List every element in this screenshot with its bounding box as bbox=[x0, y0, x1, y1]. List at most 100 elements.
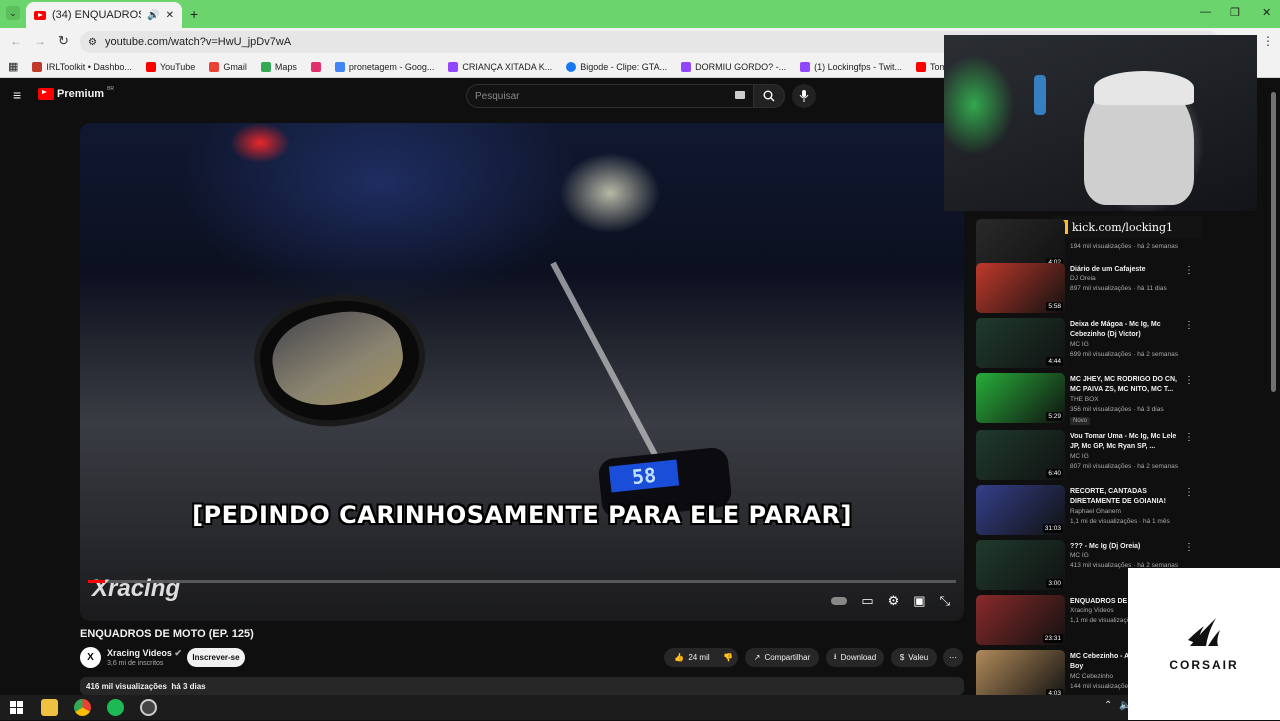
browser-tab[interactable]: (34) ENQUADROS DE MOTO 🔊 ✕ bbox=[26, 2, 182, 28]
keyboard-icon[interactable] bbox=[735, 91, 745, 99]
bookmark-item[interactable]: pronetagem - Goog... bbox=[334, 61, 434, 72]
video-duration: 3:00 bbox=[1046, 579, 1063, 588]
bookmark-item[interactable]: (1) Lockingfps - Twit... bbox=[800, 61, 902, 72]
hamburger-menu-icon[interactable]: ≡ bbox=[13, 87, 21, 103]
recommendation-channel[interactable]: MC IG bbox=[1070, 552, 1089, 559]
recommendation-item[interactable]: 5:58 Diário de um Cafajeste DJ Oreia 897 mi… bbox=[976, 263, 1196, 315]
video-thumbnail[interactable]: 5:58 bbox=[976, 263, 1065, 313]
instagram-icon bbox=[310, 61, 321, 72]
page-scrollbar[interactable] bbox=[1271, 92, 1276, 392]
twitch-icon bbox=[448, 61, 459, 72]
tray-chevron-icon[interactable]: ⌃ bbox=[1104, 700, 1112, 711]
video-thumbnail[interactable]: 4:03 bbox=[976, 650, 1065, 700]
miniplayer-icon[interactable]: ▣ bbox=[913, 593, 925, 609]
file-explorer-icon[interactable] bbox=[41, 699, 58, 716]
subscribe-button[interactable]: Inscrever-se bbox=[187, 648, 245, 667]
recommendation-channel[interactable]: Xracing Videos bbox=[1070, 607, 1114, 614]
youtube-logo-icon bbox=[38, 88, 54, 100]
recommendation-channel[interactable]: Raphael Ghanem bbox=[1070, 508, 1121, 515]
fullscreen-icon[interactable]: ⤡ bbox=[940, 593, 950, 609]
thanks-button[interactable]: $ Valeu bbox=[891, 648, 937, 667]
chrome-icon[interactable] bbox=[74, 699, 91, 716]
restore-button[interactable]: ❐ bbox=[1230, 6, 1240, 19]
channel-avatar[interactable]: X bbox=[80, 647, 101, 668]
bookmark-item[interactable]: Bigode - Clipe: GTA... bbox=[566, 61, 667, 72]
reload-icon[interactable]: ↻ bbox=[58, 33, 69, 49]
progress-bar[interactable] bbox=[88, 580, 956, 583]
settings-gear-icon[interactable]: ⚙ bbox=[888, 593, 900, 609]
bookmark-item[interactable] bbox=[310, 61, 321, 72]
tab-search-button[interactable]: ⌄ bbox=[6, 6, 20, 20]
recommendation-channel[interactable]: MC IG bbox=[1070, 341, 1089, 348]
new-tab-button[interactable]: + bbox=[190, 6, 198, 22]
recommendation-item[interactable]: 4:44 Deixa de Mágoa - Mc Ig, Mc Cebezinho… bbox=[976, 318, 1196, 370]
corsair-overlay: CORSAIR bbox=[1128, 568, 1280, 720]
video-thumbnail[interactable]: 4:44 bbox=[976, 318, 1065, 368]
recommendation-title[interactable]: MC JHEY, MC RODRIGO DO CN, MC PAIVA ZS, … bbox=[1070, 375, 1182, 394]
subscriber-count: 3,6 mi de inscritos bbox=[107, 660, 164, 667]
webcam-overlay bbox=[944, 35, 1257, 211]
windows-start-icon[interactable] bbox=[8, 699, 25, 716]
recommendation-menu-icon[interactable]: ⋮ bbox=[1184, 265, 1194, 276]
video-thumbnail[interactable]: 23:31 bbox=[976, 595, 1065, 645]
speaker-icon[interactable]: 🔊 bbox=[147, 10, 159, 21]
share-button[interactable]: ↗ Compartilhar bbox=[745, 648, 819, 667]
dislike-button[interactable]: 👎 bbox=[718, 648, 738, 667]
subtitles-icon[interactable]: ▭ bbox=[861, 593, 873, 609]
video-thumbnail[interactable]: 31:03 bbox=[976, 485, 1065, 535]
recommendation-title[interactable]: RECORTE, CANTADAS DIRETAMENTE DE GOIANIA… bbox=[1070, 487, 1182, 506]
bookmark-item[interactable]: IRLToolkit • Dashbo... bbox=[32, 61, 132, 72]
video-thumbnail[interactable]: 6:40 bbox=[976, 430, 1065, 480]
video-player[interactable]: 58 [PEDINDO CARINHOSAMENTE PARA ELE PARA… bbox=[80, 123, 964, 621]
autoplay-toggle[interactable] bbox=[831, 597, 848, 605]
recommendation-channel[interactable]: DJ Oreia bbox=[1070, 275, 1096, 282]
tab-close-icon[interactable]: ✕ bbox=[166, 10, 174, 21]
recommendation-menu-icon[interactable]: ⋮ bbox=[1184, 542, 1194, 553]
recommendation-title[interactable]: ??? - Mc Ig (Dj Oreia) bbox=[1070, 542, 1182, 552]
like-button[interactable]: 👍 24 mil bbox=[664, 648, 720, 667]
recommendation-menu-icon[interactable]: ⋮ bbox=[1184, 320, 1194, 331]
window-close-button[interactable]: ✕ bbox=[1262, 6, 1271, 19]
recommendation-channel[interactable]: THE BOX bbox=[1070, 396, 1099, 403]
video-title: ENQUADROS DE MOTO (EP. 125) bbox=[80, 628, 254, 640]
bookmark-item[interactable]: YouTube bbox=[145, 61, 195, 72]
bookmark-label: CRIANÇA XITADA K... bbox=[462, 61, 553, 72]
recommendation-title[interactable]: Deixa de Mágoa - Mc Ig, Mc Cebezinho (Dj… bbox=[1070, 320, 1182, 339]
voice-search-button[interactable] bbox=[792, 84, 816, 108]
back-icon[interactable]: ← bbox=[10, 34, 22, 48]
channel-name[interactable]: Xracing Videos ✔ bbox=[107, 648, 182, 659]
video-thumbnail[interactable]: 4:02 bbox=[976, 219, 1065, 269]
download-button[interactable]: ⭳ Download bbox=[826, 648, 884, 667]
recommendation-menu-icon[interactable]: ⋮ bbox=[1184, 375, 1194, 386]
obs-icon[interactable] bbox=[140, 699, 157, 716]
twitch-icon bbox=[681, 61, 692, 72]
recommendation-menu-icon[interactable]: ⋮ bbox=[1184, 432, 1194, 443]
description-box[interactable]: 416 mil visualizações há 3 dias bbox=[80, 677, 964, 695]
bookmark-item[interactable]: DORMIU GORDO? -... bbox=[681, 61, 786, 72]
recommendation-menu-icon[interactable]: ⋮ bbox=[1184, 487, 1194, 498]
apps-grid-icon[interactable]: ▦ bbox=[8, 60, 18, 73]
youtube-logo[interactable]: Premium BR bbox=[38, 86, 114, 100]
recommendation-item[interactable]: 31:03 RECORTE, CANTADAS DIRETAMENTE DE GO… bbox=[976, 485, 1196, 537]
recommendation-channel[interactable]: MC IG bbox=[1070, 453, 1089, 460]
video-thumbnail[interactable]: 3:00 bbox=[976, 540, 1065, 590]
spotify-icon[interactable] bbox=[107, 699, 124, 716]
recommendation-item[interactable]: 5:29 MC JHEY, MC RODRIGO DO CN, MC PAIVA … bbox=[976, 373, 1196, 425]
browser-menu-icon[interactable]: ⋮ bbox=[1262, 34, 1274, 48]
search-button[interactable] bbox=[753, 84, 785, 108]
minimize-button[interactable]: — bbox=[1200, 6, 1211, 18]
volume-icon[interactable]: 🔈 bbox=[1119, 700, 1131, 711]
site-info-icon[interactable]: ⚙ bbox=[88, 37, 97, 48]
video-frame-mirror bbox=[245, 281, 435, 439]
video-thumbnail[interactable]: 5:29 bbox=[976, 373, 1065, 423]
search-input[interactable]: Pesquisar bbox=[466, 84, 754, 108]
bookmark-item[interactable]: Gmail bbox=[209, 61, 247, 72]
recommendation-item[interactable]: 6:40 Vou Tomar Uma - Mc Ig, Mc Lele JP, M… bbox=[976, 430, 1196, 482]
recommendation-title[interactable]: Vou Tomar Uma - Mc Ig, Mc Lele JP, Mc GP… bbox=[1070, 432, 1182, 451]
recommendation-title[interactable]: Diário de um Cafajeste bbox=[1070, 265, 1182, 275]
forward-icon[interactable]: → bbox=[34, 34, 46, 48]
recommendation-channel[interactable]: MC Cebezinho bbox=[1070, 673, 1113, 680]
more-actions-button[interactable]: ⋯ bbox=[943, 648, 963, 667]
bookmark-item[interactable]: Maps bbox=[260, 61, 297, 72]
bookmark-item[interactable]: CRIANÇA XITADA K... bbox=[448, 61, 553, 72]
